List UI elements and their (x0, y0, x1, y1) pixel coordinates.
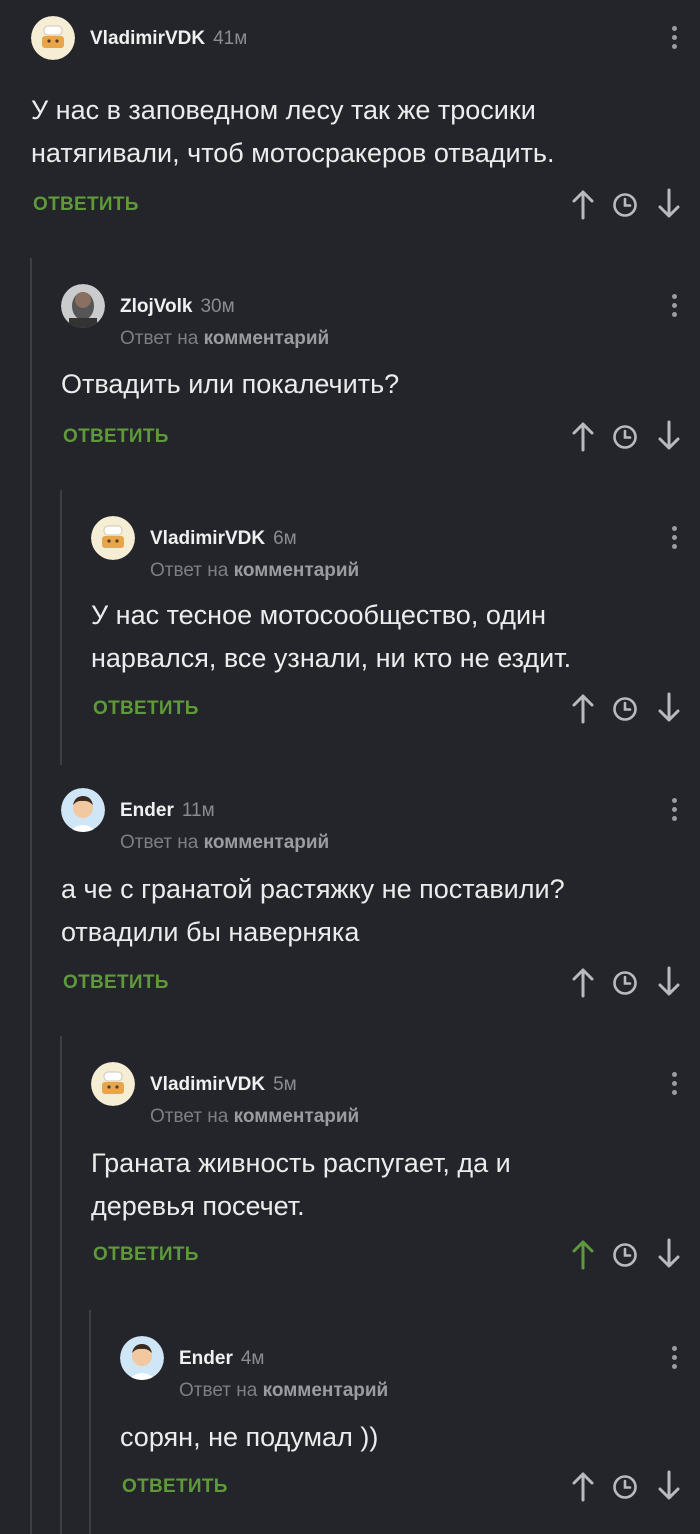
downvote-icon[interactable] (656, 1470, 682, 1502)
comment: Ender 11м Ответ на комментарий а че с гра… (61, 788, 700, 1008)
reply-button[interactable]: ОТВЕТИТЬ (93, 698, 199, 720)
comment-text: У нас в заповедном лесу так же тросики н… (31, 95, 555, 168)
comment: Ender 4м Ответ на комментарий сорян, не п… (120, 1336, 700, 1526)
vote-actions (570, 1238, 682, 1270)
vote-actions (570, 420, 682, 452)
comment-author[interactable]: Ender 4м (179, 1348, 265, 1370)
comment-text: Отвадить или покалечить? (61, 369, 400, 399)
clock-icon[interactable] (612, 696, 638, 722)
vote-actions (570, 1470, 682, 1502)
dog-emoji-avatar[interactable] (31, 16, 75, 60)
reply-to-indicator[interactable]: Ответ на комментарий (179, 1380, 388, 1402)
comment-time: 11м (181, 800, 215, 821)
comment-time: 5м (273, 1074, 297, 1095)
more-options-icon[interactable] (670, 526, 678, 554)
comment-author[interactable]: VladimirVDK 41м (90, 28, 247, 50)
downvote-icon[interactable] (656, 420, 682, 452)
downvote-icon[interactable] (656, 188, 682, 220)
comment: ZlojVolk 30м Ответ на комментарий Отвадит… (61, 284, 700, 464)
thread-line (89, 1310, 91, 1534)
comment-author[interactable]: Ender 11м (120, 800, 215, 822)
more-options-icon[interactable] (670, 1072, 678, 1100)
comment-author[interactable]: VladimirVDK 5м (150, 1074, 297, 1096)
reply-to-indicator[interactable]: Ответ на комментарий (150, 560, 359, 582)
more-options-icon[interactable] (670, 798, 678, 826)
comment-time: 4м (240, 1348, 265, 1369)
downvote-icon[interactable] (656, 692, 682, 724)
comment-time: 30м (200, 296, 235, 317)
man-avatar[interactable] (61, 788, 105, 832)
downvote-icon[interactable] (656, 966, 682, 998)
reply-button[interactable]: ОТВЕТИТЬ (33, 194, 139, 216)
clock-icon[interactable] (612, 970, 638, 996)
more-options-icon[interactable] (670, 1346, 678, 1374)
reply-button[interactable]: ОТВЕТИТЬ (63, 972, 169, 994)
comment-author[interactable]: ZlojVolk 30м (120, 296, 235, 318)
vote-actions (570, 188, 682, 220)
comment: VladimirVDK 41м У нас в заповедном лесу т… (31, 16, 700, 226)
comment-time: 6м (273, 528, 297, 549)
thread-line (60, 490, 62, 765)
man-avatar[interactable] (120, 1336, 164, 1380)
comment-text: а че с гранатой растяжку не поставили? о… (61, 874, 565, 947)
upvote-icon[interactable] (570, 188, 596, 220)
comment-author[interactable]: VladimirVDK 6м (150, 528, 297, 550)
reply-to-indicator[interactable]: Ответ на комментарий (150, 1106, 359, 1128)
thread-line (60, 1036, 62, 1534)
clock-icon[interactable] (612, 192, 638, 218)
thread-line (30, 258, 32, 1534)
dog-emoji-avatar[interactable] (91, 516, 135, 560)
comment-time: 41м (213, 28, 248, 49)
upvote-icon[interactable] (570, 966, 596, 998)
reply-to-indicator[interactable]: Ответ на комментарий (120, 832, 329, 854)
comment-text: Граната живность распугает, да и деревья… (91, 1148, 511, 1221)
clock-icon[interactable] (612, 424, 638, 450)
upvote-icon[interactable] (570, 1470, 596, 1502)
clock-icon[interactable] (612, 1242, 638, 1268)
upvote-icon[interactable] (570, 420, 596, 452)
vote-actions (570, 692, 682, 724)
comment: VladimirVDK 6м Ответ на комментарий У нас… (91, 516, 700, 726)
photo-avatar[interactable] (61, 284, 105, 328)
more-options-icon[interactable] (670, 26, 678, 54)
more-options-icon[interactable] (670, 294, 678, 322)
reply-button[interactable]: ОТВЕТИТЬ (63, 426, 169, 448)
comment: VladimirVDK 5м Ответ на комментарий Грана… (91, 1062, 700, 1282)
comment-text: сорян, не подумал )) (120, 1422, 379, 1452)
reply-to-indicator[interactable]: Ответ на комментарий (120, 328, 329, 350)
reply-button[interactable]: ОТВЕТИТЬ (93, 1244, 199, 1266)
clock-icon[interactable] (612, 1474, 638, 1500)
downvote-icon[interactable] (656, 1238, 682, 1270)
upvote-icon-active[interactable] (570, 1238, 596, 1270)
vote-actions (570, 966, 682, 998)
comment-text: У нас тесное мотосообщество, один нарвал… (91, 600, 572, 673)
upvote-icon[interactable] (570, 692, 596, 724)
reply-button[interactable]: ОТВЕТИТЬ (122, 1476, 228, 1498)
dog-emoji-avatar[interactable] (91, 1062, 135, 1106)
